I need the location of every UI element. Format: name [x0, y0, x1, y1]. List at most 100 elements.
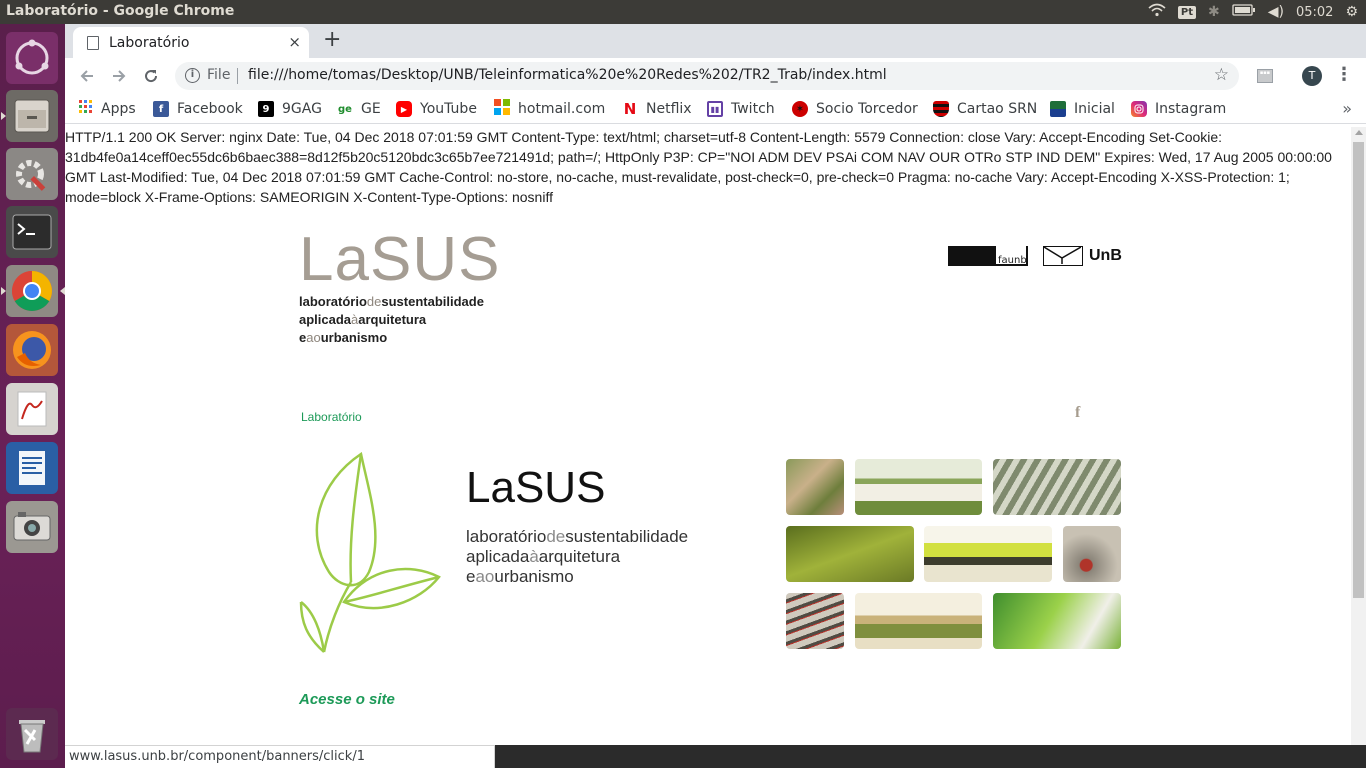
- bookmark-label: 9GAG: [282, 101, 322, 117]
- settings-gear-icon[interactable]: ⚙: [1345, 4, 1358, 20]
- system-settings-icon[interactable]: [6, 148, 58, 200]
- bookmark-label: GE: [361, 101, 381, 117]
- top-panel: Laboratório - Google Chrome Pt ✱ ◀) 05:0…: [0, 0, 1366, 24]
- bookmark-facebook[interactable]: f Facebook: [153, 100, 243, 118]
- unb-mark-icon: [1043, 246, 1083, 266]
- volume-icon[interactable]: ◀): [1268, 4, 1284, 20]
- bookmark-youtube[interactable]: ▶ YouTube: [396, 100, 477, 118]
- chrome-icon[interactable]: [1, 265, 65, 317]
- status-url-bubble: www.lasus.unb.br/component/banners/click…: [65, 745, 495, 768]
- files-icon[interactable]: [1, 90, 58, 142]
- terminal-icon[interactable]: [6, 206, 58, 258]
- bookmark-label: Cartao SRN: [957, 101, 1038, 117]
- site-info-icon[interactable]: i: [185, 68, 200, 83]
- bookmark-label: Netflix: [646, 101, 692, 117]
- wifi-icon[interactable]: [1148, 3, 1166, 21]
- bookmarks-overflow-button[interactable]: »: [1342, 99, 1352, 118]
- project-thumbnail: [786, 459, 844, 515]
- faunb-label: faunb: [998, 255, 1027, 266]
- logo-tagline: laboratóriodesustentabilidade aplicadaàa…: [299, 294, 484, 345]
- system-tray: Pt ✱ ◀) 05:02 ⚙: [1148, 0, 1358, 24]
- project-thumbnail: [993, 593, 1121, 649]
- bookmark-label: Apps: [101, 101, 136, 117]
- ubuntu-dash-icon[interactable]: [6, 32, 58, 84]
- project-thumbnail: [786, 526, 914, 582]
- ge-icon: ge: [338, 103, 352, 115]
- microsoft-icon: [494, 99, 510, 119]
- battery-icon[interactable]: [1232, 4, 1256, 20]
- logo-wordmark: LaSUS: [299, 225, 501, 294]
- bookmark-label: YouTube: [420, 101, 477, 117]
- bookmark-9gag[interactable]: 9 9GAG: [258, 100, 322, 118]
- forward-button[interactable]: [107, 64, 131, 88]
- apps-grid-icon: [79, 100, 93, 118]
- bookmarks-bar: Apps f Facebook 9 9GAG ge GE ▶ YouTube h…: [65, 94, 1366, 124]
- scheme-label: File: [207, 67, 231, 83]
- unb-logo[interactable]: UnB: [1043, 246, 1122, 266]
- lasus-banner[interactable]: LaSUS laboratóriodesustentabilidade apli…: [299, 452, 1123, 653]
- youtube-icon: ▶: [396, 101, 412, 117]
- bluetooth-icon[interactable]: ✱: [1208, 4, 1220, 20]
- omnibox-divider: [237, 68, 238, 84]
- bookmark-socio-torcedor[interactable]: ✶ Socio Torcedor: [792, 100, 918, 118]
- launcher: [0, 24, 65, 768]
- new-tab-button[interactable]: +: [323, 29, 341, 51]
- clock[interactable]: 05:02: [1296, 5, 1333, 20]
- page-favicon-icon: [87, 36, 99, 50]
- lasus-logo[interactable]: LaSUS laboratóriodesustentabilidade apli…: [299, 229, 500, 347]
- keyboard-layout-badge[interactable]: Pt: [1177, 5, 1196, 19]
- netflix-icon: N: [623, 100, 637, 118]
- project-thumbnail: [855, 459, 982, 515]
- facebook-icon[interactable]: f: [1075, 404, 1080, 422]
- window-title: Laboratório - Google Chrome: [6, 3, 235, 19]
- tab-close-button[interactable]: ×: [288, 33, 301, 51]
- banner-title: LaSUS: [466, 463, 606, 512]
- bookmark-label: Socio Torcedor: [816, 101, 918, 117]
- bookmark-netflix[interactable]: N Netflix: [622, 100, 692, 118]
- tab-laboratorio[interactable]: Laboratório ×: [73, 27, 309, 58]
- project-thumbnail: [1063, 526, 1121, 582]
- extension-icon[interactable]: ▪▪▪: [1257, 69, 1273, 83]
- trash-icon[interactable]: [6, 708, 58, 760]
- bookmark-inicial[interactable]: Inicial: [1050, 100, 1115, 118]
- nav-link-laboratorio[interactable]: Laboratório: [301, 410, 362, 424]
- bookmark-apps[interactable]: Apps: [79, 100, 136, 118]
- pdf-viewer-icon[interactable]: [6, 383, 58, 435]
- scroll-up-arrow-icon[interactable]: [1355, 130, 1363, 135]
- facebook-icon: f: [153, 101, 169, 117]
- camera-icon[interactable]: [6, 501, 58, 553]
- tab-strip: Laboratório × +: [65, 24, 1366, 58]
- back-button[interactable]: [75, 64, 99, 88]
- tab-title: Laboratório: [109, 35, 190, 51]
- bookmark-twitch[interactable]: ▮▮ Twitch: [707, 100, 775, 118]
- banner-tagline: laboratóriodesustentabilidade aplicadaàa…: [466, 527, 689, 586]
- bookmark-label: Instagram: [1155, 101, 1227, 117]
- bookmark-hotmail[interactable]: hotmail.com: [494, 99, 606, 119]
- bookmark-label: Twitch: [731, 101, 775, 117]
- bookmark-label: hotmail.com: [518, 101, 606, 117]
- project-thumbnail: [786, 593, 844, 649]
- scrollbar-thumb[interactable]: [1353, 142, 1364, 598]
- flamengo-shield-icon: [933, 101, 949, 117]
- profile-avatar[interactable]: T: [1302, 66, 1322, 86]
- browser-menu-icon[interactable]: ⋮: [1335, 64, 1353, 85]
- url-text[interactable]: file:///home/tomas/Desktop/UNB/Teleinfor…: [248, 67, 887, 83]
- 9gag-icon: 9: [258, 101, 274, 117]
- browser-toolbar: i File file:///home/tomas/Desktop/UNB/Te…: [65, 58, 1366, 94]
- running-indicator: [1, 112, 6, 120]
- bookmark-label: Facebook: [177, 101, 243, 117]
- flamengo-icon: ✶: [792, 101, 808, 117]
- reload-button[interactable]: [139, 64, 163, 88]
- writer-icon[interactable]: [6, 442, 58, 494]
- bookmark-instagram[interactable]: Instagram: [1131, 100, 1226, 118]
- http-header-text: HTTP/1.1 200 OK Server: nginx Date: Tue,…: [65, 129, 1332, 205]
- access-site-link[interactable]: Acesse o site: [299, 691, 395, 708]
- project-thumbnail: [855, 593, 982, 649]
- project-thumbnail: [993, 459, 1121, 515]
- bookmark-cartao-srn[interactable]: Cartao SRN: [933, 100, 1037, 118]
- address-bar[interactable]: i File file:///home/tomas/Desktop/UNB/Te…: [175, 62, 1239, 90]
- twitch-icon: ▮▮: [707, 101, 723, 117]
- bookmark-ge[interactable]: ge GE: [337, 100, 381, 118]
- firefox-icon[interactable]: [6, 324, 58, 376]
- bookmark-star-icon[interactable]: ☆: [1214, 65, 1229, 85]
